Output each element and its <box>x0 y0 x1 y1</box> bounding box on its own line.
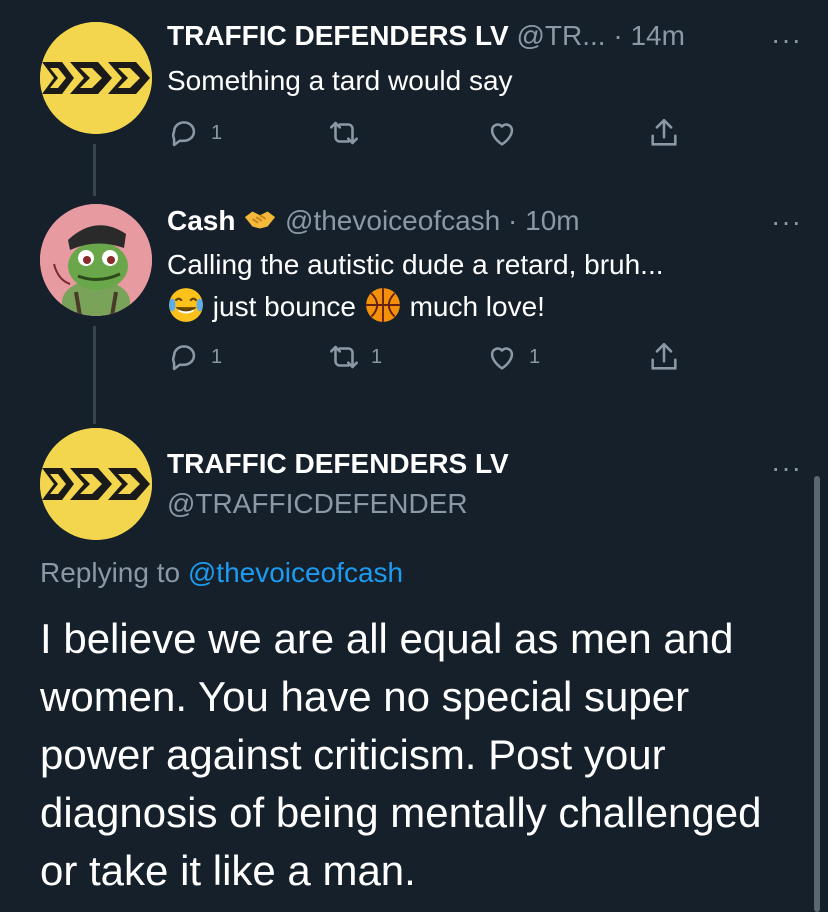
user-handle[interactable]: @TR... <box>516 20 605 51</box>
basketball-emoji-icon <box>365 288 400 322</box>
display-name[interactable]: TRAFFIC DEFENDERS LV <box>167 20 509 51</box>
traffic-defenders-avatar[interactable] <box>40 22 152 134</box>
reply-icon <box>172 345 196 371</box>
scrollbar[interactable] <box>814 476 820 912</box>
tweet-1[interactable]: TRAFFIC DEFENDERS LV @TR... · 14m ··· So… <box>0 0 828 196</box>
tweet-line-1: Calling the autistic dude a retard, bruh… <box>167 249 664 280</box>
tweet-actions: 1 <box>167 116 687 156</box>
share-button[interactable] <box>647 340 681 374</box>
replying-handle-link[interactable]: @thevoiceofcash <box>188 557 403 588</box>
share-button[interactable] <box>647 116 681 150</box>
thread-line <box>93 326 96 424</box>
timestamp[interactable]: 10m <box>525 205 579 236</box>
replying-prefix: Replying to <box>40 557 181 588</box>
tweet-2[interactable]: Cash @thevoiceofcash · 10m ··· Calling t… <box>0 190 828 425</box>
share-icon <box>651 342 677 370</box>
tweet-header: Cash @thevoiceofcash · 10m <box>167 202 580 237</box>
separator-dot: · <box>508 205 518 236</box>
reply-button[interactable]: 1 <box>167 340 222 374</box>
tweet-header: TRAFFIC DEFENDERS LV @TR... · 14m <box>167 20 685 52</box>
retweet-button[interactable] <box>327 116 371 150</box>
more-options-icon[interactable]: ··· <box>771 208 802 236</box>
reply-button[interactable]: 1 <box>167 116 222 150</box>
heart-icon <box>490 347 514 370</box>
retweet-count: 1 <box>371 345 383 368</box>
tweet-line-2-part-2: much love! <box>409 291 545 322</box>
tweet-line-2: just bounce much love! <box>167 286 664 328</box>
like-button[interactable] <box>485 116 529 150</box>
cash-avatar[interactable] <box>40 204 152 316</box>
more-options-icon[interactable]: ··· <box>771 454 802 482</box>
reply-icon <box>172 121 196 147</box>
thread-line <box>93 144 96 196</box>
tweet-line-2-part-1: just bounce <box>212 291 356 322</box>
reply-count: 1 <box>211 345 223 368</box>
heart-icon <box>490 123 514 146</box>
separator-dot: · <box>613 20 623 51</box>
user-handle[interactable]: @thevoiceofcash <box>285 205 500 236</box>
share-icon <box>651 118 677 146</box>
retweet-button[interactable]: 1 <box>327 340 382 374</box>
tweet-text: Calling the autistic dude a retard, bruh… <box>167 244 664 328</box>
tweet-actions: 1 1 1 <box>167 340 687 380</box>
handshake-emoji-icon <box>245 211 276 229</box>
replying-to: Replying to @thevoiceofcash <box>40 557 403 589</box>
main-tweet-text: I believe we are all equal as men and wo… <box>40 615 762 894</box>
laughing-tears-emoji-icon <box>169 288 203 322</box>
traffic-defenders-avatar[interactable] <box>40 428 152 540</box>
reply-count: 1 <box>211 121 223 144</box>
user-handle[interactable]: @TRAFFICDEFENDER <box>167 488 468 520</box>
timestamp[interactable]: 14m <box>630 20 684 51</box>
display-name[interactable]: Cash <box>167 205 235 236</box>
retweet-icon <box>329 345 359 369</box>
more-options-icon[interactable]: ··· <box>771 26 802 54</box>
like-button[interactable]: 1 <box>485 340 540 374</box>
retweet-icon <box>329 121 359 145</box>
tweet-text: Something a tard would say <box>167 65 513 96</box>
like-count: 1 <box>529 345 541 368</box>
display-name[interactable]: TRAFFIC DEFENDERS LV <box>167 448 509 480</box>
